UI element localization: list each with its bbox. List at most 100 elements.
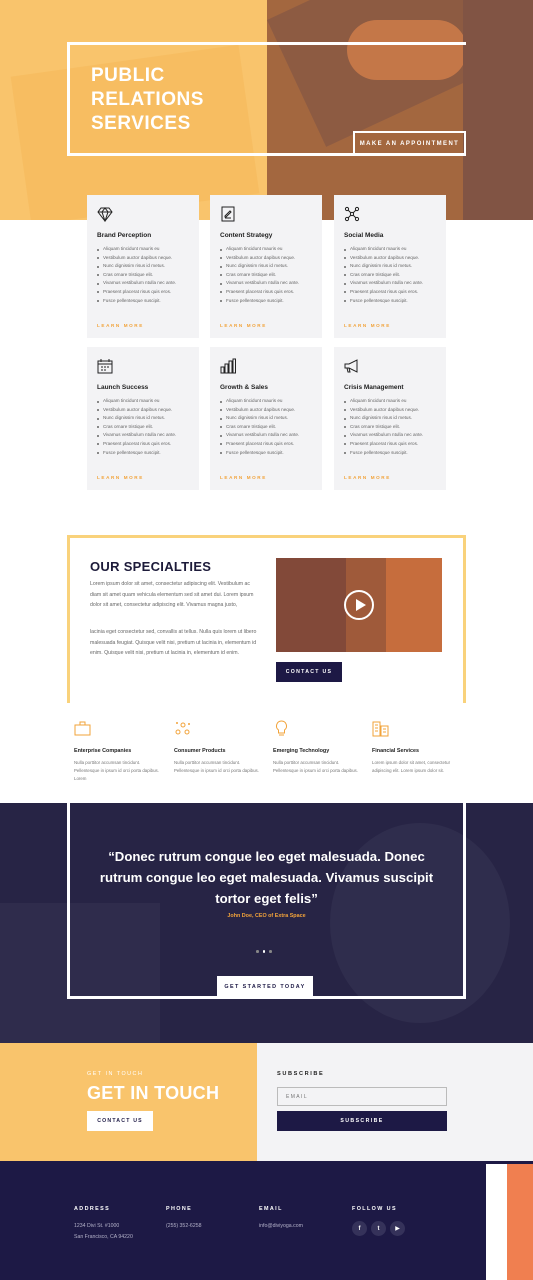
footer-email-label: EMAIL xyxy=(259,1206,283,1212)
feature-emerging-technology: Emerging Technology Nulla porttitor accu… xyxy=(273,720,358,775)
list-item: Aliquam tincidunt mauris eu xyxy=(97,245,189,254)
list-item: Vestibulum auctor dapibus neque. xyxy=(220,254,312,263)
list-item: Vestibulum auctor dapibus neque. xyxy=(344,254,436,263)
service-list: Aliquam tincidunt mauris eu Vestibulum a… xyxy=(344,245,436,305)
feature-text: Nulla porttitor accumsan tincidunt. Pell… xyxy=(273,760,358,773)
learn-more-link[interactable]: LEARN MORE xyxy=(220,475,267,480)
service-list: Aliquam tincidunt mauris eu Vestibulum a… xyxy=(344,397,436,457)
list-item: Aliquam tincidunt mauris eu xyxy=(97,397,189,406)
list-item: Praesent placerat risus quis eros. xyxy=(97,440,189,449)
list-item: Cras ornare tristique elit. xyxy=(220,423,312,432)
service-list: Aliquam tincidunt mauris eu Vestibulum a… xyxy=(97,245,189,305)
slider-dot-active[interactable] xyxy=(262,950,265,953)
buildings-icon xyxy=(372,721,389,737)
list-item: Vivamus vestibulum ntulla nec ante. xyxy=(97,431,189,440)
service-card-brand-perception: Brand Perception Aliquam tincidunt mauri… xyxy=(87,195,199,338)
list-item: Fusce pellentesque suscipit. xyxy=(220,297,312,306)
list-item: Cras ornare tristique elit. xyxy=(97,271,189,280)
list-item: Cras ornare tristique elit. xyxy=(220,271,312,280)
youtube-icon[interactable]: ▶ xyxy=(390,1221,405,1236)
list-item: Aliquam tincidunt mauris eu xyxy=(344,245,436,254)
service-title: Launch Success xyxy=(97,384,149,391)
service-list: Aliquam tincidunt mauris eu Vestibulum a… xyxy=(97,397,189,457)
learn-more-link[interactable]: LEARN MORE xyxy=(344,475,391,480)
decorative-stripe-orange xyxy=(507,1164,533,1280)
list-item: Nunc dignissim risus id metus. xyxy=(220,414,312,423)
list-item: Cras ornare tristique elit. xyxy=(97,423,189,432)
learn-more-link[interactable]: LEARN MORE xyxy=(97,323,144,328)
facebook-icon[interactable]: f xyxy=(352,1221,367,1236)
social-links: f t ▶ xyxy=(352,1221,405,1236)
list-item: Praesent placerat risus quis eros. xyxy=(344,288,436,297)
service-title: Brand Perception xyxy=(97,232,152,239)
contact-us-button[interactable]: CONTACT US xyxy=(87,1111,153,1131)
diamond-icon xyxy=(97,207,113,222)
feature-financial-services: Financial Services Lorem ipsum dolor sit… xyxy=(372,720,457,775)
make-appointment-button[interactable]: MAKE AN APPOINTMENT xyxy=(353,131,466,156)
list-item: Vestibulum auctor dapibus neque. xyxy=(220,406,312,415)
list-item: Cras ornare tristique elit. xyxy=(344,271,436,280)
get-in-touch-title: GET IN TOUCH xyxy=(87,1083,220,1103)
subscribe-button[interactable]: SUBSCRIBE xyxy=(277,1111,447,1131)
footer-phone: PHONE (255) 352-6258 xyxy=(166,1206,201,1232)
twitter-icon[interactable]: t xyxy=(371,1221,386,1236)
list-item: Praesent placerat risus quis eros. xyxy=(220,440,312,449)
list-item: Nunc dignissim risus id metus. xyxy=(97,262,189,271)
hero-title: PUBLIC RELATIONS SERVICES xyxy=(91,65,204,134)
list-item: Fusce pellentesque suscipit. xyxy=(344,297,436,306)
feature-title: Emerging Technology xyxy=(273,748,330,754)
feature-title: Enterprise Companies xyxy=(74,748,132,754)
testimonial-section: “Donec rutrum congue leo eget malesuada.… xyxy=(0,803,533,1043)
feature-title: Consumer Products xyxy=(174,748,226,754)
list-item: Nunc dignissim risus id metus. xyxy=(220,262,312,271)
email-field[interactable] xyxy=(277,1087,447,1106)
list-item: Praesent placerat risus quis eros. xyxy=(220,288,312,297)
service-card-crisis-management: Crisis Management Aliquam tincidunt maur… xyxy=(334,347,446,490)
list-item: Fusce pellentesque suscipit. xyxy=(97,449,189,458)
get-started-button[interactable]: GET STARTED TODAY xyxy=(217,976,313,998)
testimonial-author: John Doe, CEO of Extra Space xyxy=(227,913,306,919)
footer-phone-label: PHONE xyxy=(166,1206,193,1212)
service-card-social-media: Social Media Aliquam tincidunt mauris eu… xyxy=(334,195,446,338)
learn-more-link[interactable]: LEARN MORE xyxy=(220,323,267,328)
list-item: Vivamus vestibulum ntulla nec ante. xyxy=(344,279,436,288)
list-item: Praesent placerat risus quis eros. xyxy=(344,440,436,449)
lightbulb-icon xyxy=(276,720,287,736)
list-item: Cras ornare tristique elit. xyxy=(344,423,436,432)
service-card-launch-success: Launch Success Aliquam tincidunt mauris … xyxy=(87,347,199,490)
footer-address-line2: San Francisco, CA 94220 xyxy=(74,1234,133,1240)
footer-address-line1: 1234 Divi St. #1000 xyxy=(74,1223,120,1229)
learn-more-link[interactable]: LEARN MORE xyxy=(344,323,391,328)
play-icon[interactable] xyxy=(344,590,374,620)
list-item: Nunc dignissim risus id metus. xyxy=(97,414,189,423)
list-item: Fusce pellentesque suscipit. xyxy=(220,449,312,458)
list-item: Vivamus vestibulum ntulla nec ante. xyxy=(97,279,189,288)
service-list: Aliquam tincidunt mauris eu Vestibulum a… xyxy=(220,397,312,457)
slider-dot[interactable] xyxy=(269,950,272,953)
footer-email-value[interactable]: info@diviyoga.com xyxy=(259,1221,303,1232)
footer-email: EMAIL info@diviyoga.com xyxy=(259,1206,303,1232)
list-item: Aliquam tincidunt mauris eu xyxy=(344,397,436,406)
video-thumbnail[interactable] xyxy=(276,558,442,652)
specialties-paragraph-2: lacinia eget consectetur sed, convallis … xyxy=(90,629,257,656)
briefcase-icon xyxy=(74,721,91,736)
footer-phone-value[interactable]: (255) 352-6258 xyxy=(166,1221,201,1232)
calendar-icon xyxy=(97,359,113,374)
service-title: Social Media xyxy=(344,232,384,239)
slider-dots xyxy=(256,950,272,953)
learn-more-link[interactable]: LEARN MORE xyxy=(97,475,144,480)
feature-consumer-products: Consumer Products Nulla porttitor accums… xyxy=(174,720,259,775)
service-card-content-strategy: Content Strategy Aliquam tincidunt mauri… xyxy=(210,195,322,338)
list-item: Praesent placerat risus quis eros. xyxy=(97,288,189,297)
slider-dot[interactable] xyxy=(256,950,259,953)
footer-follow: FOLLOW US f t ▶ xyxy=(352,1206,405,1236)
contact-us-button[interactable]: CONTACT US xyxy=(276,662,342,682)
subscribe-title: SUBSCRIBE xyxy=(277,1071,325,1077)
list-item: Vivamus vestibulum ntulla nec ante. xyxy=(220,431,312,440)
list-item: Nunc dignissim risus id metus. xyxy=(344,414,436,423)
list-item: Aliquam tincidunt mauris eu xyxy=(220,245,312,254)
feature-enterprise-companies: Enterprise Companies Nulla porttitor acc… xyxy=(74,720,159,783)
list-item: Nunc dignissim risus id metus. xyxy=(344,262,436,271)
service-title: Content Strategy xyxy=(220,232,273,239)
service-title: Crisis Management xyxy=(344,384,404,391)
